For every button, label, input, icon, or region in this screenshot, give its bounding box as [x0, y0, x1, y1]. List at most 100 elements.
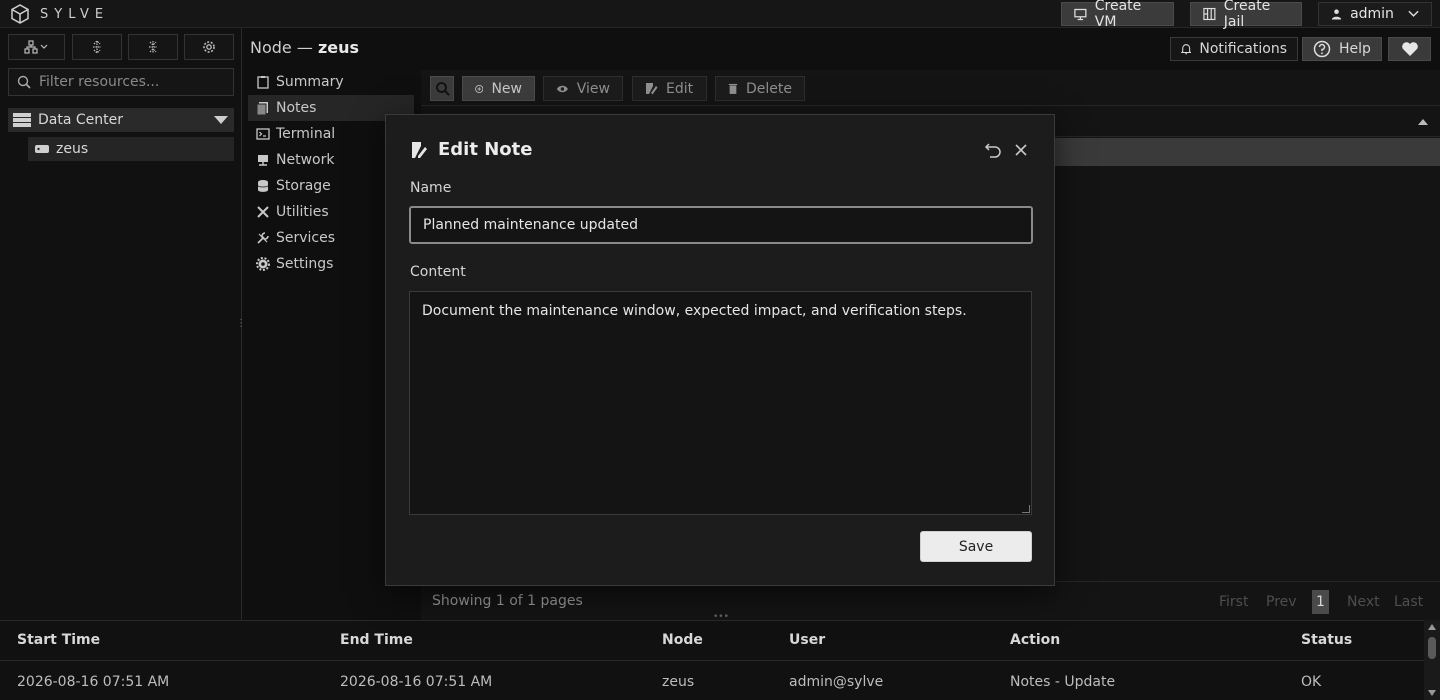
- filter-resources-field[interactable]: [8, 68, 234, 96]
- monitor-icon: [1074, 8, 1087, 20]
- table-row[interactable]: 2026-08-16 07:51 AM 2026-08-16 07:51 AM …: [0, 662, 1424, 700]
- cell-start-time: 2026-08-16 07:51 AM: [17, 674, 170, 690]
- column-header-node[interactable]: Node: [662, 632, 703, 648]
- search-button[interactable]: [430, 76, 454, 101]
- filter-resources-input[interactable]: [39, 74, 229, 90]
- expand-all-button[interactable]: [72, 34, 122, 60]
- edit-icon: [646, 83, 658, 95]
- reset-button[interactable]: [983, 140, 1003, 160]
- create-jail-button[interactable]: Create Jail: [1190, 0, 1302, 30]
- create-vm-label: Create VM: [1094, 0, 1142, 30]
- notifications-label: Notifications: [1199, 41, 1287, 57]
- cell-action: Notes - Update: [1010, 674, 1116, 690]
- sort-ascending-icon[interactable]: [1418, 119, 1428, 125]
- dialog-title-text: Edit Note: [438, 139, 533, 160]
- gear-icon: [256, 257, 270, 271]
- hierarchy-icon: [23, 40, 47, 54]
- nav-item-label: Summary: [276, 74, 344, 90]
- donate-button[interactable]: [1388, 37, 1431, 61]
- page-title-prefix: Node —: [250, 38, 318, 57]
- undo-icon: [984, 143, 1001, 158]
- scroll-down-icon[interactable]: [1428, 690, 1436, 696]
- database-icon: [257, 180, 269, 192]
- column-header-user[interactable]: User: [789, 632, 825, 648]
- nav-item-label: Notes: [276, 100, 317, 116]
- notes-icon: [256, 102, 268, 115]
- view-button[interactable]: View: [543, 76, 623, 101]
- cell-user: admin@sylve: [789, 674, 884, 690]
- nav-item-label: Settings: [276, 256, 334, 272]
- user-name: admin: [1350, 6, 1394, 22]
- scrollbar-thumb[interactable]: [1428, 637, 1436, 659]
- delete-button[interactable]: Delete: [715, 76, 805, 101]
- vertical-resize-handle[interactable]: ⋮: [236, 318, 246, 329]
- nav-item-summary[interactable]: Summary: [248, 69, 414, 95]
- tree-view-button[interactable]: [8, 34, 65, 60]
- current-page-button[interactable]: 1: [1312, 590, 1329, 614]
- logo: SYLVE: [10, 4, 109, 24]
- tree-item-zeus-label: zeus: [56, 141, 89, 157]
- content-label: Content: [410, 264, 466, 280]
- name-label: Name: [410, 180, 452, 196]
- cluster-settings-button[interactable]: [184, 34, 234, 60]
- page-title-node: zeus: [317, 38, 360, 57]
- resize-grip-icon[interactable]: [1022, 505, 1030, 513]
- create-vm-button[interactable]: Create VM: [1061, 0, 1174, 30]
- collapse-icon: [149, 41, 157, 53]
- log-scrollbar[interactable]: [1424, 620, 1440, 700]
- prev-page-button[interactable]: Prev: [1266, 594, 1297, 610]
- cube-logo-icon: [11, 4, 29, 24]
- close-button[interactable]: [1011, 140, 1031, 160]
- nav-item-label: Services: [276, 230, 336, 246]
- nav-item-label: Storage: [276, 178, 331, 194]
- save-button[interactable]: Save: [920, 531, 1032, 562]
- column-header-end-time[interactable]: End Time: [340, 632, 413, 648]
- tree-item-datacenter[interactable]: Data Center: [8, 108, 234, 132]
- next-page-button[interactable]: Next: [1347, 594, 1380, 610]
- column-header-status[interactable]: Status: [1301, 632, 1352, 648]
- tree-item-zeus[interactable]: zeus: [28, 137, 234, 161]
- last-page-button[interactable]: Last: [1394, 594, 1423, 610]
- bell-icon: [1181, 44, 1192, 55]
- column-header-start-time[interactable]: Start Time: [17, 632, 100, 648]
- clipboard-icon: [257, 76, 269, 89]
- name-input[interactable]: [409, 206, 1033, 244]
- help-button[interactable]: Help: [1302, 37, 1382, 61]
- gear-icon: [203, 41, 215, 53]
- new-button[interactable]: New: [462, 76, 535, 101]
- page-status: Showing 1 of 1 pages: [432, 593, 583, 609]
- tools-icon: [257, 206, 269, 218]
- user-icon: [1331, 9, 1342, 20]
- content-textarea[interactable]: Document the maintenance window, expecte…: [409, 291, 1032, 515]
- new-label: New: [491, 80, 522, 97]
- first-page-button[interactable]: First: [1219, 594, 1248, 610]
- heart-icon: [1401, 42, 1418, 56]
- page-title: Node — zeus: [250, 38, 359, 57]
- delete-label: Delete: [746, 80, 792, 97]
- help-label: Help: [1339, 41, 1371, 57]
- cell-end-time: 2026-08-16 07:51 AM: [340, 674, 493, 690]
- notes-toolbar: New View Edit Delete: [421, 70, 1440, 106]
- edit-note-dialog: Edit Note Name Content Document the main…: [385, 114, 1055, 586]
- caret-down-icon[interactable]: [214, 116, 228, 124]
- collapse-all-button[interactable]: [128, 34, 178, 60]
- nav-item-label: Terminal: [276, 126, 336, 142]
- tree-item-datacenter-label: Data Center: [38, 112, 123, 128]
- chevron-down-icon: [1408, 10, 1419, 17]
- scroll-up-icon[interactable]: [1428, 624, 1436, 630]
- edit-button[interactable]: Edit: [632, 76, 707, 101]
- edit-label: Edit: [666, 80, 694, 97]
- jail-icon: [1203, 7, 1216, 21]
- expand-icon: [93, 40, 101, 54]
- dialog-title: Edit Note: [410, 139, 532, 160]
- task-log-table: Start Time End Time Node User Action Sta…: [0, 620, 1440, 700]
- column-header-action[interactable]: Action: [1010, 632, 1060, 648]
- notifications-button[interactable]: Notifications: [1170, 37, 1298, 61]
- close-icon: [1015, 144, 1027, 156]
- view-label: View: [576, 80, 610, 97]
- top-bar: SYLVE Create VM Create Jail admin: [0, 0, 1440, 30]
- user-menu-button[interactable]: admin: [1318, 2, 1432, 26]
- terminal-icon: [256, 128, 270, 140]
- cell-status: OK: [1301, 674, 1322, 690]
- plus-circle-icon: [475, 84, 484, 93]
